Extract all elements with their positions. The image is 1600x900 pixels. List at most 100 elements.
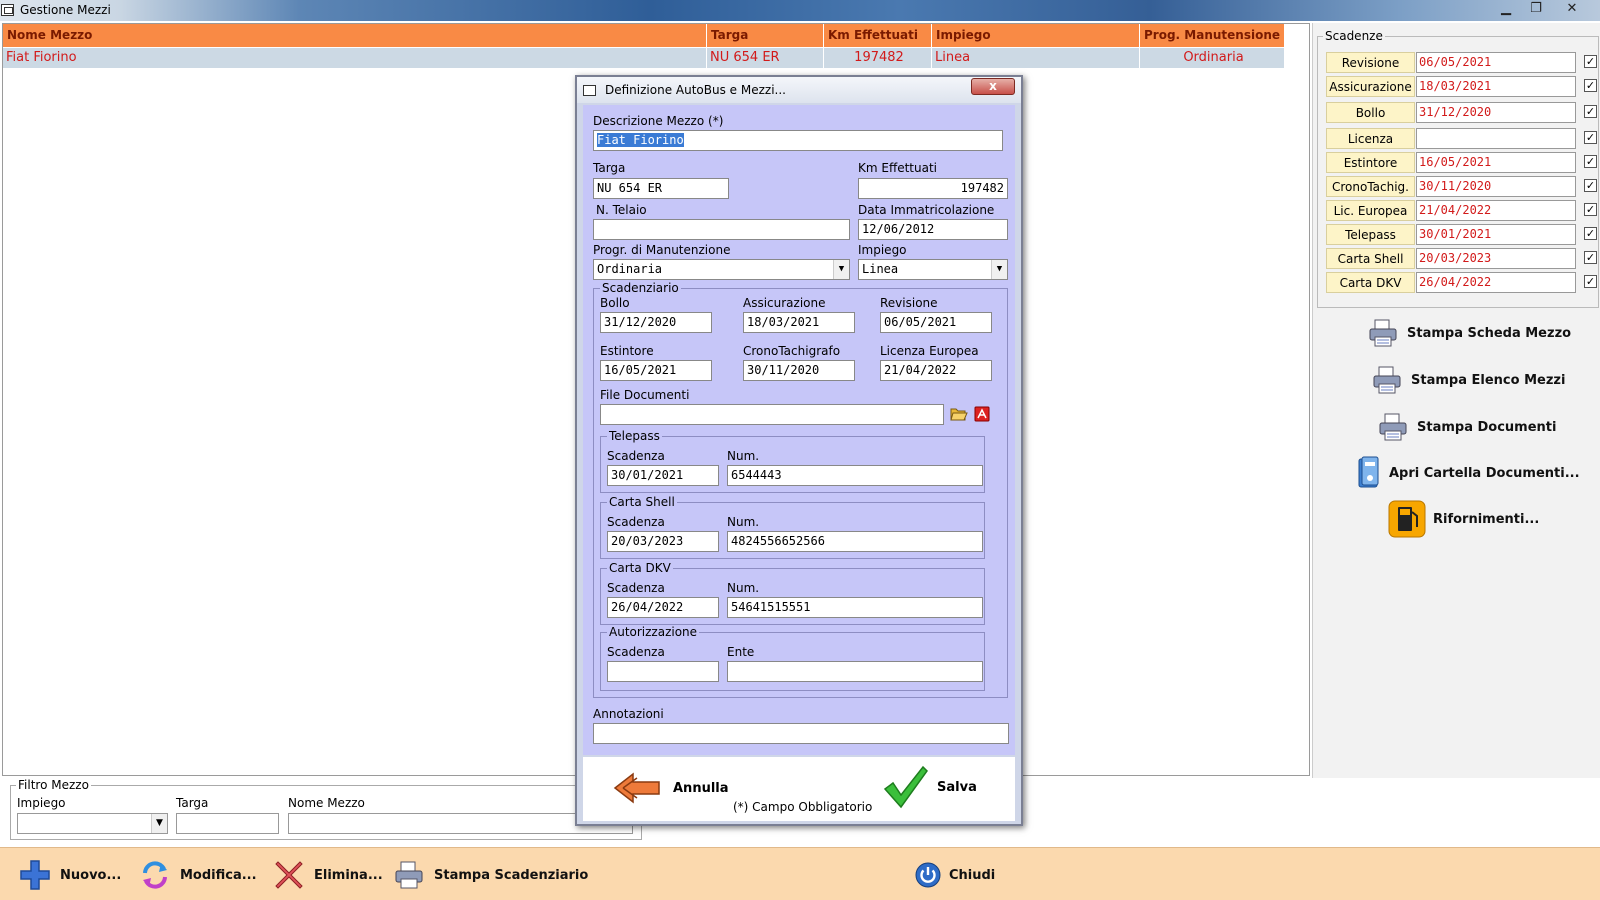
scadenza-checkbox[interactable]: ✓ (1584, 251, 1597, 264)
restore-button[interactable]: ❐ (1525, 1, 1547, 18)
col-targa[interactable]: Targa (707, 24, 824, 47)
scadenza-value[interactable]: 18/03/2021 (1416, 76, 1576, 97)
scadenza-checkbox[interactable]: ✓ (1584, 179, 1597, 192)
scadenza-value[interactable]: 16/05/2021 (1416, 152, 1576, 173)
salva-button[interactable]: Salva (883, 765, 977, 809)
data-imm-input[interactable]: 12/06/2012 (858, 219, 1008, 240)
stampa-scadenziario-button[interactable]: Stampa Scadenziario (392, 858, 588, 892)
window-title: Gestione Mezzi (20, 3, 111, 17)
file-documenti-input[interactable] (600, 404, 944, 425)
close-window-button[interactable]: ✕ (1561, 1, 1583, 18)
scadenza-label[interactable]: Carta Shell (1326, 248, 1415, 269)
dialog-title: Definizione AutoBus e Mezzi... (605, 83, 786, 97)
telepass-scad-input[interactable]: 30/01/2021 (607, 465, 719, 486)
revisione-input[interactable]: 06/05/2021 (880, 312, 992, 333)
ente-input[interactable] (727, 661, 983, 682)
elimina-label: Elimina... (314, 867, 383, 883)
filtro-targa-input[interactable] (176, 813, 279, 834)
descrizione-input[interactable]: Fiat Fiorino (593, 130, 1003, 151)
stampa-documenti-button[interactable]: Stampa Documenti (1375, 407, 1556, 447)
scadenza-value[interactable]: 26/04/2022 (1416, 272, 1576, 293)
scadenza-checkbox[interactable]: ✓ (1584, 227, 1597, 240)
checkmark-icon (883, 765, 929, 809)
scadenza-label[interactable]: CronoTachig. (1326, 176, 1415, 197)
scadenza-label[interactable]: Licenza (1326, 128, 1415, 149)
scadenza-label[interactable]: Carta DKV (1326, 272, 1415, 293)
licenza-input[interactable]: 21/04/2022 (880, 360, 992, 381)
scadenza-value[interactable]: 31/12/2020 (1416, 102, 1576, 123)
chiudi-button[interactable]: Chiudi (915, 858, 995, 892)
scadenza-value[interactable] (1416, 128, 1576, 149)
scadenza-checkbox[interactable]: ✓ (1584, 275, 1597, 288)
shell-num-label: Num. (727, 515, 760, 529)
col-impiego[interactable]: Impiego (932, 24, 1140, 47)
nuovo-button[interactable]: Nuovo... (18, 858, 121, 892)
descrizione-value: Fiat Fiorino (597, 133, 684, 147)
scadenza-value[interactable]: 20/03/2023 (1416, 248, 1576, 269)
estintore-input[interactable]: 16/05/2021 (600, 360, 712, 381)
chevron-down-icon[interactable]: ▼ (151, 814, 167, 833)
scadenza-checkbox[interactable]: ✓ (1584, 131, 1597, 144)
telaio-label: N. Telaio (596, 203, 647, 217)
crono-input[interactable]: 30/11/2020 (743, 360, 855, 381)
elimina-button[interactable]: Elimina... (272, 858, 383, 892)
scadenza-label[interactable]: Bollo (1326, 102, 1415, 123)
stampa-elenco-button[interactable]: Stampa Elenco Mezzi (1369, 360, 1565, 400)
scadenziario-group: Scadenziario Bollo 31/12/2020 Assicurazi… (593, 281, 1008, 698)
scadenza-value[interactable]: 30/11/2020 (1416, 176, 1576, 197)
telaio-input[interactable] (593, 219, 850, 240)
km-input[interactable]: 197482 (858, 178, 1008, 199)
annotazioni-input[interactable] (593, 723, 1009, 744)
chevron-down-icon[interactable]: ▼ (991, 260, 1007, 279)
col-prog-manutensione[interactable]: Prog. Manutensione (1140, 24, 1285, 47)
minimize-button[interactable]: ▁ (1495, 1, 1517, 18)
table-row[interactable]: Fiat Fiorino NU 654 ER 197482 Linea Ordi… (3, 48, 1285, 68)
dialog-close-button[interactable]: x (971, 78, 1015, 95)
dkv-title: Carta DKV (607, 561, 673, 575)
dkv-scad-input[interactable]: 26/04/2022 (607, 597, 719, 618)
dkv-num-input[interactable]: 54641515551 (727, 597, 983, 618)
pdf-icon[interactable] (974, 406, 990, 422)
scadenza-value[interactable]: 06/05/2021 (1416, 52, 1576, 73)
modifica-button[interactable]: Modifica... (138, 858, 257, 892)
licenza-label: Licenza Europea (880, 344, 979, 358)
scadenza-checkbox[interactable]: ✓ (1584, 203, 1597, 216)
scadenza-checkbox[interactable]: ✓ (1584, 55, 1597, 68)
scadenza-value[interactable]: 30/01/2021 (1416, 224, 1576, 245)
scadenza-value[interactable]: 21/04/2022 (1416, 200, 1576, 221)
scadenza-label[interactable]: Lic. Europea (1326, 200, 1415, 221)
power-icon (915, 858, 941, 892)
right-panel: Scadenze Revisione 06/05/2021 ✓ Assicurazi… (1312, 23, 1600, 778)
scadenze-group: Scadenze Revisione 06/05/2021 ✓ Assicurazi… (1317, 29, 1599, 308)
scadenza-label[interactable]: Assicurazione (1326, 76, 1415, 97)
annulla-button[interactable]: Annulla (613, 771, 729, 805)
file-documenti-label: File Documenti (600, 388, 690, 402)
scadenza-checkbox[interactable]: ✓ (1584, 79, 1597, 92)
shell-scad-input[interactable]: 20/03/2023 (607, 531, 719, 552)
progr-select[interactable]: Ordinaria ▼ (593, 259, 850, 280)
stampa-scadenziario-label: Stampa Scadenziario (434, 867, 589, 883)
chevron-down-icon[interactable]: ▼ (833, 260, 849, 279)
autorizzazione-scad-input[interactable] (607, 661, 719, 682)
modifica-label: Modifica... (180, 867, 257, 883)
scadenza-checkbox[interactable]: ✓ (1584, 105, 1597, 118)
assicurazione-input[interactable]: 18/03/2021 (743, 312, 855, 333)
filtro-impiego-select[interactable]: ▼ (17, 813, 168, 834)
scadenza-label[interactable]: Estintore (1326, 152, 1415, 173)
stampa-scheda-button[interactable]: Stampa Scheda Mezzo (1365, 313, 1571, 353)
definizione-mezzi-dialog: Definizione AutoBus e Mezzi... x Descriz… (575, 75, 1023, 826)
shell-num-input[interactable]: 4824556652566 (727, 531, 983, 552)
targa-input[interactable]: NU 654 ER (593, 178, 729, 199)
scadenza-checkbox[interactable]: ✓ (1584, 155, 1597, 168)
nuovo-label: Nuovo... (60, 867, 122, 883)
col-nome-mezzo[interactable]: Nome Mezzo (3, 24, 707, 47)
rifornimenti-button[interactable]: Rifornimenti... (1387, 499, 1539, 539)
scadenza-label[interactable]: Revisione (1326, 52, 1415, 73)
telepass-num-input[interactable]: 6544443 (727, 465, 983, 486)
impiego-select[interactable]: Linea ▼ (858, 259, 1008, 280)
col-km[interactable]: Km Effettuati (824, 24, 932, 47)
open-folder-icon[interactable] (950, 406, 968, 422)
scadenza-label[interactable]: Telepass (1326, 224, 1415, 245)
apri-cartella-button[interactable]: Apri Cartella Documenti... (1355, 453, 1580, 493)
bollo-input[interactable]: 31/12/2020 (600, 312, 712, 333)
